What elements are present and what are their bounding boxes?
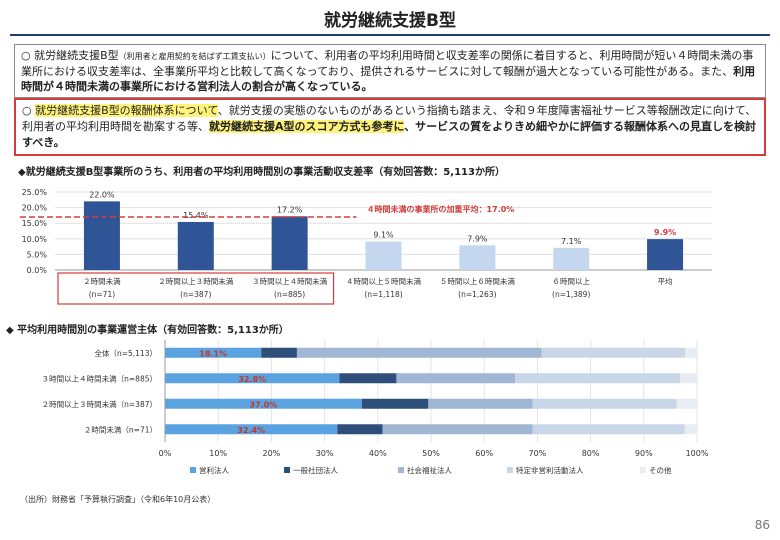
legend-label: 社会福祉法人: [407, 465, 452, 475]
reference-line-label: ４時間未満の事業所の加重平均：17.0%: [367, 204, 515, 214]
segment-value-label: 37.0%: [250, 400, 278, 409]
operator-stacked-bar-chart: 0% 10% 20% 30% 40% 50% 60% 70% 80% 90% 100% 全体（n=5,…: [42, 340, 709, 475]
summary-text-a: 就労継続支援B型: [34, 49, 119, 62]
category-label: ２時間未満: [83, 276, 121, 286]
category-label: ５時間以上６時間未満: [440, 276, 515, 286]
y-tick-label: 10.0%: [22, 235, 48, 244]
stack-segment: [685, 347, 697, 358]
bar-value-label: 15.4%: [183, 211, 209, 220]
bar-value-label: 7.1%: [561, 237, 582, 246]
x-tick-label: 40%: [369, 449, 387, 458]
x-tick-label: 90%: [635, 449, 653, 458]
y-tick-label: 20.0%: [22, 204, 48, 213]
title-underline: [10, 34, 770, 36]
segment-value-label: 18.1%: [199, 349, 227, 358]
stack-segment: [532, 424, 685, 435]
bar-value-label: 17.2%: [277, 205, 303, 214]
x-tick-label: 100%: [686, 449, 709, 458]
legend-label: 営利法人: [199, 465, 229, 475]
category-count: (n=387): [180, 290, 211, 299]
bar-value-label: 9.1%: [373, 231, 394, 240]
stack-segment: [676, 398, 697, 409]
summary-note: （利用者と雇用契約を結ばず工賃支払い）: [118, 52, 271, 61]
x-tick-label: 80%: [582, 449, 600, 458]
category-count: (n=885): [274, 290, 305, 299]
bullet: ○: [21, 49, 31, 62]
row-label: ２時間未満（n=71）: [84, 424, 157, 434]
bar: [553, 247, 590, 270]
row-label: ２時間以上３時間未満（n=387）: [42, 399, 157, 409]
category-label: ２時間以上３時間未満: [158, 276, 233, 286]
summary-box: ○ 就労継続支援B型（利用者と雇用契約を結ばず工賃支払い）について、利用者の平均…: [14, 44, 766, 98]
x-tick-label: 0%: [159, 449, 172, 458]
stack-segment: [261, 347, 297, 358]
bullet: ○: [22, 104, 32, 117]
category-label: ４時間以上５時間未満: [346, 276, 421, 286]
chart1-title: ◆就労継続支援B型事業所のうち、利用者の平均利用時間別の事業活動収支差率（有効回…: [18, 167, 505, 178]
stack-segment: [382, 424, 533, 435]
x-tick-label: 20%: [263, 449, 281, 458]
y-tick-label: 0.0%: [27, 266, 48, 275]
bar: [271, 216, 308, 270]
stack-segment: [679, 373, 697, 384]
stack-segment: [684, 424, 697, 435]
stack-segment: [296, 347, 542, 358]
category-label: 平均: [658, 276, 673, 286]
stack-segment: [428, 398, 533, 409]
bar-value-label: 22.0%: [89, 190, 115, 199]
stack-segment: [339, 373, 397, 384]
x-tick-label: 50%: [422, 449, 440, 458]
stack-segment: [532, 398, 677, 409]
legend-label: 一般社団法人: [293, 465, 338, 475]
legend-swatch: [190, 467, 196, 473]
x-tick-label: 30%: [316, 449, 334, 458]
y-tick-label: 25.0%: [22, 188, 48, 197]
stack-segment: [396, 373, 516, 384]
category-label: ６時間以上: [552, 277, 590, 286]
source-note: （出所）財務省「予算執行調査」（令和6年10月公表）: [20, 495, 216, 504]
proposal-highlight-1: 就労継続支援B型の報酬体系について: [35, 104, 218, 117]
segment-value-label: 32.8%: [238, 375, 266, 384]
x-tick-label: 60%: [475, 449, 493, 458]
stack-segment: [541, 347, 686, 358]
legend-swatch: [284, 467, 290, 473]
bar: [647, 239, 684, 270]
category-count: (n=1,389): [552, 290, 590, 299]
stack-segment: [515, 373, 680, 384]
y-tick-label: 15.0%: [22, 219, 48, 228]
category-count: (n=1,263): [458, 290, 496, 299]
bar: [177, 221, 214, 270]
bar-value-label: 9.9%: [654, 228, 676, 237]
stack-segment: [337, 424, 383, 435]
y-tick-label: 5.0%: [27, 250, 48, 259]
x-tick-label: 10%: [209, 449, 227, 458]
proposal-box: ○ 就労継続支援B型の報酬体系について、就労支援の実態のないものがあるという指摘…: [14, 98, 766, 156]
legend-swatch: [507, 467, 513, 473]
segment-value-label: 32.4%: [237, 426, 265, 435]
category-count: (n=1,118): [364, 290, 402, 299]
legend-label: 特定非営利活動法人: [516, 465, 584, 475]
row-label: 全体（n=5,113）: [94, 348, 157, 358]
bar-value-label: 7.9%: [467, 234, 488, 243]
legend-label: その他: [649, 465, 672, 475]
legend-swatch: [640, 467, 646, 473]
page-title: 就労継続支援B型: [324, 11, 456, 31]
bar: [83, 201, 120, 270]
stack-segment: [361, 398, 429, 409]
row-label: ３時間以上４時間未満（n=885）: [42, 373, 157, 383]
bar: [459, 245, 496, 270]
profit-margin-bar-chart: 0.0% 5.0% 10.0% 15.0% 20.0% 25.0% 22.0% ２時間未満 (n…: [20, 188, 712, 305]
page-number: 86: [754, 518, 770, 532]
category-label: ３時間以上４時間未満: [252, 276, 327, 286]
x-tick-label: 70%: [529, 449, 547, 458]
legend-swatch: [398, 467, 404, 473]
proposal-highlight-2: 就労継続支援A型のスコア方式も参考に: [209, 120, 405, 133]
bar: [365, 241, 402, 270]
category-count: (n=71): [89, 290, 116, 299]
